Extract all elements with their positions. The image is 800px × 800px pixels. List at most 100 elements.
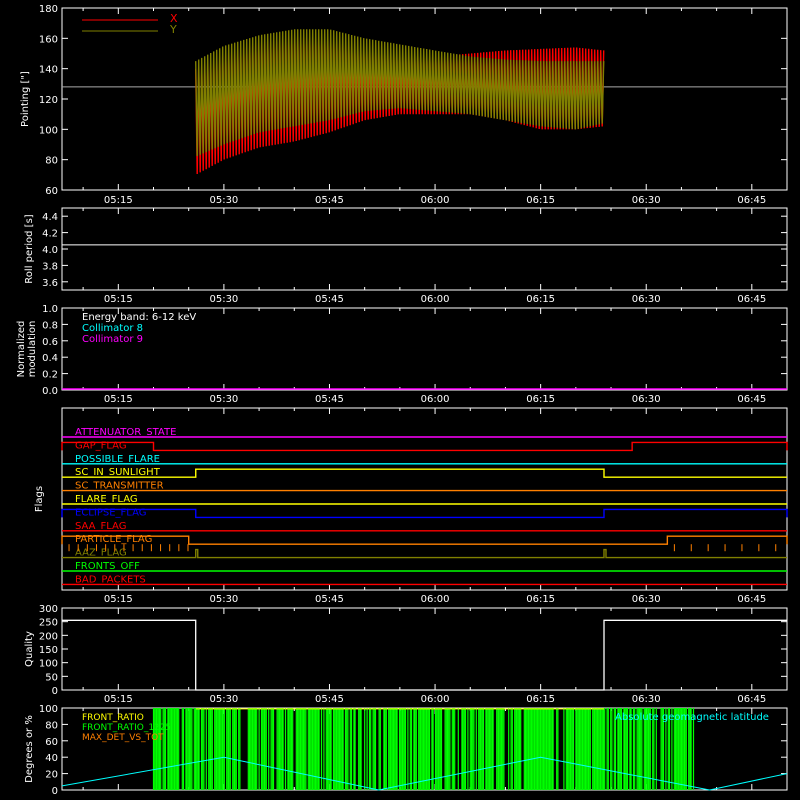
y-tick-label: 300 (39, 604, 58, 615)
y-tick-label: 4.2 (42, 229, 58, 240)
x-tick-label: 05:45 (315, 394, 344, 405)
flag-label-sc-transmitter: SC_TRANSMITTER (75, 481, 164, 492)
flag-line-particle-flag (61, 535, 788, 545)
y-tick-label: 80 (45, 156, 58, 167)
flag-label-particle-flag: PARTICLE_FLAG (75, 534, 152, 545)
flags-panel: 05:15 05:30 05:45 06:00 06:15 06:30 06:45 Flags… (34, 407, 788, 605)
flag-line-gap-flag (61, 441, 788, 452)
x-tick-label: 06:15 (526, 294, 555, 305)
y-tick-label: 0 (52, 786, 58, 797)
x-tick-label: 05:15 (104, 294, 133, 305)
legend-label-max-det-vs-tot: MAX_DET_VS_TOT (82, 733, 164, 743)
y-axis-label-line: Normalized (16, 321, 27, 378)
modulation-panel: 05:15 05:30 05:45 06:00 06:15 06:30 06:45 0.0 0.… (16, 304, 788, 405)
x-tick-label: 05:45 (315, 195, 344, 206)
plot-frame (61, 207, 788, 291)
x-tick-label: 05:15 (104, 195, 133, 206)
x-tick-label: 06:15 (526, 195, 555, 206)
x-tick-label: 06:00 (421, 394, 450, 405)
x-tick-label: 06:30 (632, 195, 661, 206)
flag-label-bad-packets: BAD_PACKETS (75, 574, 146, 585)
legend-label-front-ratio: FRONT_RATIO (82, 713, 144, 723)
x-tick-label: 06:45 (737, 294, 766, 305)
y-tick-label: 180 (39, 4, 58, 15)
y-tick-label: 20 (45, 770, 58, 781)
x-tick-label: 05:15 (104, 394, 133, 405)
y-axis-label: Quality (24, 631, 35, 667)
x-tick-label: 06:45 (737, 195, 766, 206)
y-axis-label: Degrees or % (24, 715, 35, 783)
x-tick-label: 05:30 (209, 594, 238, 605)
y-tick-label: 4.4 (42, 212, 58, 223)
x-tick-label: 06:00 (421, 195, 450, 206)
y-tick-label: 3.6 (42, 278, 58, 289)
x-tick-label: 05:30 (209, 294, 238, 305)
x-tick-label: 06:00 (421, 694, 450, 705)
x-tick-label: 06:30 (632, 294, 661, 305)
y-tick-label: 250 (39, 618, 58, 629)
pointing-panel: 05:15 05:30 05:45 06:00 06:15 06:30 06:45 60 80 1… (20, 4, 788, 206)
y-tick-label: 1.0 (42, 304, 58, 315)
y-tick-label: 200 (39, 631, 58, 642)
x-tick-label: 06:30 (632, 694, 661, 705)
y-tick-label: 60 (45, 737, 58, 748)
legend-label-geomagnetic-latitude: Absolute geomagnetic latitude (615, 712, 769, 723)
x-tick-label: 06:45 (737, 594, 766, 605)
y-axis-label: Roll period [s] (24, 214, 35, 283)
y-tick-label: 140 (39, 65, 58, 76)
y-tick-label: 60 (45, 186, 58, 197)
flag-label-flare-flag: FLARE_FLAG (75, 494, 138, 505)
modulation-annotation: Collimator 9 (82, 334, 143, 345)
y-tick-label: 0.0 (42, 386, 58, 397)
flag-label-saa-flag: SAA_FLAG (75, 521, 126, 532)
quality-panel: 05:15 05:30 05:45 06:00 06:15 06:30 06:45 0 50 10… (24, 604, 788, 705)
plot-canvas: 05:15 05:30 05:45 06:00 06:15 06:30 06:45 60 80 1… (16, 4, 788, 797)
x-tick-label: 05:45 (315, 694, 344, 705)
flag-label-fronts-off: FRONTS_OFF (75, 561, 140, 572)
modulation-annotation: Collimator 8 (82, 323, 143, 334)
x-tick-label: 06:45 (737, 694, 766, 705)
y-tick-label: 100 (39, 125, 58, 136)
y-axis-label: Pointing ["] (20, 71, 31, 127)
x-tick-label: 06:15 (526, 594, 555, 605)
flag-line-sc-in-sunlight (62, 468, 787, 478)
y-tick-label: 3.8 (42, 261, 58, 272)
x-tick-label: 06:30 (632, 394, 661, 405)
x-tick-label: 05:30 (209, 195, 238, 206)
flag-label-possible-flare: POSSIBLE_FLARE (75, 454, 160, 465)
y-tick-label: 50 (45, 672, 58, 683)
y-axis-label: Normalizedmodulation (16, 321, 38, 378)
x-tick-label: 05:15 (104, 594, 133, 605)
y-tick-label: 40 (45, 753, 58, 764)
flag-line-eclipse-flag (61, 508, 788, 519)
x-tick-label: 06:15 (526, 394, 555, 405)
y-tick-label: 0.8 (42, 320, 58, 331)
x-tick-label: 06:15 (526, 694, 555, 705)
legend-label-y: Y (169, 23, 177, 36)
x-tick-label: 06:00 (421, 294, 450, 305)
x-tick-label: 05:45 (315, 594, 344, 605)
y-tick-label: 160 (39, 34, 58, 45)
quality-line (62, 619, 787, 691)
y-tick-label: 0 (52, 686, 58, 697)
flag-label-sc-in-sunlight: SC_IN_SUNLIGHT (75, 467, 161, 478)
flag-label-attenuator-state: ATTENUATOR_STATE (75, 427, 176, 438)
y-tick-label: 100 (39, 659, 58, 670)
roll-period-panel: 05:15 05:30 05:45 06:00 06:15 06:30 06:45 3.6 3.… (24, 207, 788, 305)
x-tick-label: 06:00 (421, 594, 450, 605)
flag-label-gap-flag: GAP_FLAG (75, 440, 127, 451)
y-tick-label: 80 (45, 720, 58, 731)
y-tick-label: 100 (39, 704, 58, 715)
y-axis-label: Flags (34, 486, 45, 512)
modulation-annotation: Energy band: 6-12 keV (82, 312, 196, 323)
y-tick-label: 120 (39, 95, 58, 106)
x-tick-label: 06:30 (632, 594, 661, 605)
y-axis-label-line: modulation (27, 321, 38, 378)
x-tick-label: 06:45 (737, 394, 766, 405)
y-tick-label: 0.2 (42, 370, 58, 381)
flag-label-aaz-flag: AAZ_FLAG (75, 548, 127, 559)
y-tick-label: 0.6 (42, 337, 58, 348)
x-tick-label: 05:15 (104, 694, 133, 705)
x-tick-label: 05:45 (315, 294, 344, 305)
legend-label-front-ratio-1225: FRONT_RATIO_1225 (82, 723, 171, 733)
